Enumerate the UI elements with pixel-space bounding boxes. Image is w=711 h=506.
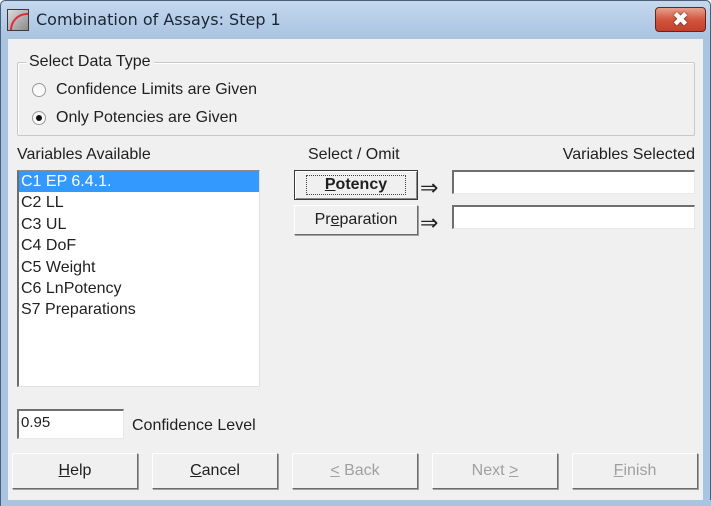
list-item[interactable]: C2 LL <box>19 192 259 213</box>
help-button-label: Help <box>58 462 92 479</box>
radio-label: Confidence Limits are Given <box>56 81 257 98</box>
potency-selected-field[interactable] <box>452 170 695 194</box>
app-icon <box>7 9 29 31</box>
next-button[interactable]: Next > <box>432 453 558 489</box>
window-border <box>1 500 711 506</box>
list-item[interactable]: C5 Weight <box>19 257 259 278</box>
list-item[interactable]: C4 DoF <box>19 235 259 256</box>
close-button[interactable]: ✖ <box>655 7 706 32</box>
radio-confidence-limits[interactable]: Confidence Limits are Given <box>32 81 257 99</box>
back-button[interactable]: < Back <box>292 453 418 489</box>
back-button-label: < Back <box>330 462 380 479</box>
radio-button-checked[interactable] <box>32 111 46 125</box>
finish-button[interactable]: Finish <box>572 453 698 489</box>
variables-available-label: Variables Available <box>17 146 151 163</box>
dialog-body: Select Data Type Confidence Limits are G… <box>8 39 703 500</box>
potency-button-label: Potency <box>305 175 407 195</box>
variables-available-list[interactable]: C1 EP 6.4.1. C2 LL C3 UL C4 DoF C5 Weigh… <box>17 170 260 387</box>
preparation-button-label: Preparation <box>314 211 398 228</box>
data-type-group-label: Select Data Type <box>26 53 154 71</box>
help-button[interactable]: Help <box>12 453 138 489</box>
arrow-right-icon: ⇒ <box>420 210 439 235</box>
list-item[interactable]: S7 Preparations <box>19 299 259 320</box>
potency-button[interactable]: Potency <box>294 170 418 200</box>
list-item[interactable]: C6 LnPotency <box>19 278 259 299</box>
confidence-level-input[interactable]: 0.95 <box>17 409 124 439</box>
title-bar[interactable]: Combination of Assays: Step 1 ✖ <box>1 1 710 39</box>
confidence-level-label: Confidence Level <box>132 417 256 434</box>
list-item[interactable]: C3 UL <box>19 214 259 235</box>
select-omit-label: Select / Omit <box>308 146 400 163</box>
dialog-window: Combination of Assays: Step 1 ✖ Select D… <box>0 0 711 506</box>
radio-button[interactable] <box>32 83 46 97</box>
list-item[interactable]: C1 EP 6.4.1. <box>19 171 259 193</box>
arrow-right-icon: ⇒ <box>420 175 439 200</box>
next-button-label: Next > <box>471 462 519 479</box>
finish-button-label: Finish <box>613 462 657 479</box>
radio-label: Only Potencies are Given <box>56 109 238 126</box>
close-icon: ✖ <box>672 8 689 31</box>
preparation-selected-field[interactable] <box>452 205 695 229</box>
variables-selected-label: Variables Selected <box>562 146 695 163</box>
window-title: Combination of Assays: Step 1 <box>36 10 281 29</box>
preparation-button[interactable]: Preparation <box>294 205 418 235</box>
radio-only-potencies[interactable]: Only Potencies are Given <box>32 109 237 127</box>
cancel-button[interactable]: Cancel <box>152 453 278 489</box>
cancel-button-label: Cancel <box>190 462 240 479</box>
